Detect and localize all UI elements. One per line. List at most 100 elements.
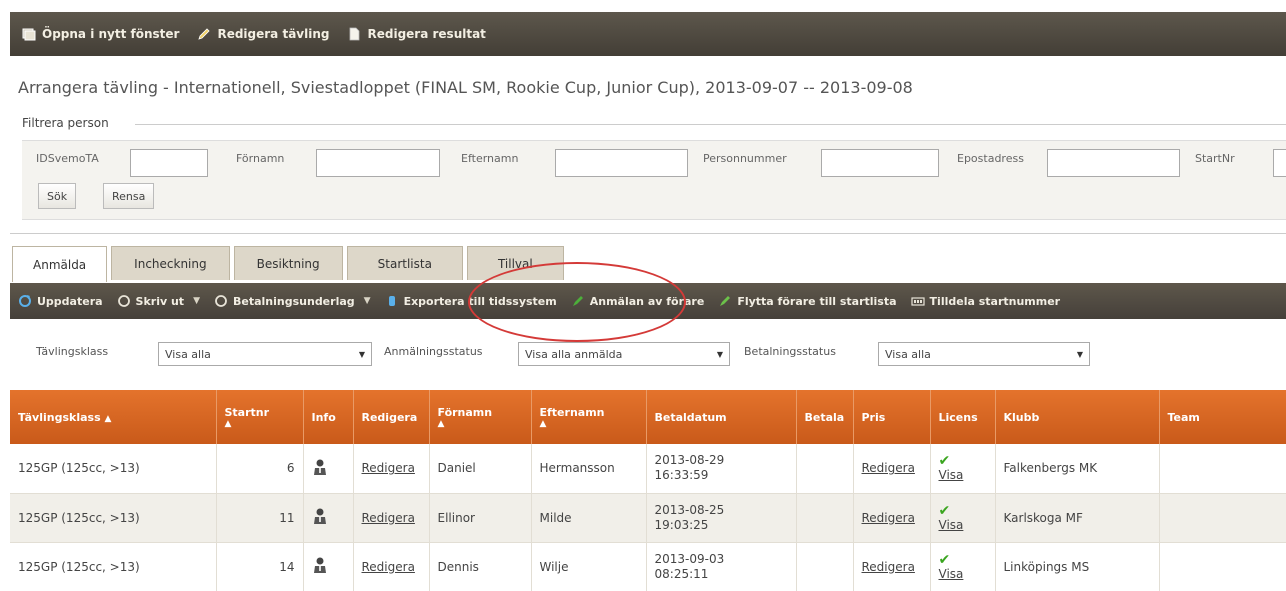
cell-startnr: 14	[216, 542, 304, 591]
refresh-button[interactable]: Uppdatera	[18, 294, 103, 308]
col-betaldatum[interactable]: Betaldatum	[646, 390, 797, 444]
person-icon[interactable]	[312, 508, 328, 528]
col-tavlingsklass-label: Tävlingsklass	[18, 410, 101, 424]
export-icon	[385, 294, 399, 308]
table-row: 125GP (125cc, >13) 14 Redigera Dennis Wi…	[10, 542, 1286, 591]
driver-registration-button[interactable]: Anmälan av förare	[571, 294, 704, 308]
move-icon	[718, 294, 732, 308]
tab-besiktning[interactable]: Besiktning	[233, 246, 343, 280]
cell-klass: 125GP (125cc, >13)	[10, 542, 217, 591]
pay-date: 2013-09-03	[654, 551, 725, 566]
cell-efternamn: Hermansson	[531, 444, 647, 494]
license-view-link[interactable]: Visa	[939, 567, 964, 581]
pay-date: 2013-08-25	[654, 502, 725, 517]
cell-efternamn: Milde	[531, 493, 647, 543]
chevron-down-icon: ▼	[358, 349, 365, 359]
table-header-row: Tävlingsklass ▲ Startnr ▲ Info Redigera F…	[10, 390, 1286, 444]
idsvemota-input[interactable]	[130, 149, 208, 177]
col-pris: Pris	[853, 390, 931, 444]
edit-competition-button[interactable]: Redigera tävling	[197, 27, 329, 41]
move-to-startlist-label: Flytta förare till startlista	[737, 294, 897, 308]
payment-status-label: Betalningsstatus	[744, 345, 836, 358]
print-button[interactable]: Skriv ut ▼	[117, 294, 200, 308]
move-to-startlist-button[interactable]: Flytta förare till startlista	[718, 294, 897, 308]
table-row: 125GP (125cc, >13) 11 Redigera Ellinor M…	[10, 493, 1286, 543]
refresh-label: Uppdatera	[37, 294, 103, 308]
price-edit-link[interactable]: Redigera	[862, 461, 915, 475]
list-toolbar: Uppdatera Skriv ut ▼ Betalningsunderlag …	[10, 283, 1286, 319]
cell-fornamn: Dennis	[429, 542, 532, 591]
registration-status-select[interactable]: Visa alla anmälda ▼	[518, 342, 730, 366]
edit-results-label: Redigera resultat	[367, 27, 486, 41]
cell-startnr: 11	[216, 493, 304, 543]
payment-basis-button[interactable]: Betalningsunderlag ▼	[214, 294, 371, 308]
cell-betala	[796, 542, 854, 591]
print-label: Skriv ut	[135, 294, 185, 308]
cell-licens: ✔ Visa	[930, 542, 996, 591]
fornamn-input[interactable]	[316, 149, 440, 177]
edit-link[interactable]: Redigera	[362, 461, 415, 475]
epostadress-input[interactable]	[1047, 149, 1180, 177]
efternamn-label: Efternamn	[461, 152, 519, 165]
tab-startlista[interactable]: Startlista	[346, 246, 463, 280]
license-view-link[interactable]: Visa	[939, 468, 964, 482]
col-startnr[interactable]: Startnr ▲	[216, 390, 304, 444]
cell-team	[1159, 444, 1286, 494]
open-new-window-button[interactable]: Öppna i nytt fönster	[22, 27, 179, 41]
tab-tillval[interactable]: Tillval	[466, 246, 564, 280]
cell-betala	[796, 444, 854, 494]
tab-bar: Anmälda Incheckning Besiktning Startlist…	[12, 246, 564, 282]
section-divider	[10, 233, 1286, 234]
pencil-icon	[197, 27, 211, 41]
person-icon[interactable]	[312, 459, 328, 479]
person-icon[interactable]	[312, 557, 328, 577]
registration-status-label: Anmälningsstatus	[384, 345, 483, 358]
cell-team	[1159, 542, 1286, 591]
search-button[interactable]: Sök	[38, 183, 77, 209]
competition-class-select[interactable]: Visa alla ▼	[158, 342, 372, 366]
chevron-down-icon: ▼	[716, 349, 723, 359]
col-efternamn[interactable]: Efternamn ▲	[531, 390, 647, 444]
pay-time: 08:25:11	[654, 566, 709, 581]
export-timing-button[interactable]: Exportera till tidssystem	[385, 294, 557, 308]
edit-link[interactable]: Redigera	[362, 511, 415, 525]
payment-dropdown-icon[interactable]: ▼	[364, 296, 371, 306]
chevron-down-icon: ▼	[1076, 349, 1083, 359]
startnr-input[interactable]	[1273, 149, 1286, 177]
payment-status-select[interactable]: Visa alla ▼	[878, 342, 1090, 366]
sort-asc-icon: ▲	[224, 418, 232, 429]
window-icon	[22, 27, 36, 41]
col-tavlingsklass[interactable]: Tävlingsklass ▲	[10, 390, 217, 444]
license-view-link[interactable]: Visa	[939, 518, 964, 532]
cell-betaldatum: 2013-08-25 19:03:25	[646, 493, 797, 543]
tab-incheckning[interactable]: Incheckning	[111, 246, 230, 280]
page-title: Arrangera tävling - Internationell, Svie…	[18, 78, 913, 97]
col-fornamn[interactable]: Förnamn ▲	[429, 390, 532, 444]
print-icon	[117, 294, 131, 308]
filter-legend: Filtrera person	[22, 116, 115, 130]
personnummer-input[interactable]	[821, 149, 939, 177]
print-dropdown-icon[interactable]: ▼	[193, 296, 200, 306]
efternamn-input[interactable]	[555, 149, 688, 177]
epostadress-label: Epostadress	[957, 152, 1024, 165]
price-edit-link[interactable]: Redigera	[862, 511, 915, 525]
col-team[interactable]: Team	[1159, 390, 1286, 444]
cell-klubb: Karlskoga MF	[995, 493, 1160, 543]
col-info: Info	[303, 390, 354, 444]
tab-anmalda[interactable]: Anmälda	[12, 246, 108, 282]
open-new-window-label: Öppna i nytt fönster	[42, 27, 180, 41]
assign-start-number-button[interactable]: Tilldela startnummer	[910, 294, 1060, 308]
col-klubb[interactable]: Klubb	[995, 390, 1160, 444]
pay-time: 16:33:59	[654, 468, 709, 483]
col-efternamn-label: Efternamn	[539, 405, 605, 419]
price-edit-link[interactable]: Redigera	[862, 560, 915, 574]
cell-klass: 125GP (125cc, >13)	[10, 444, 217, 494]
edit-results-button[interactable]: Redigera resultat	[347, 27, 486, 41]
reset-button[interactable]: Rensa	[103, 183, 155, 209]
pen-green-icon	[571, 294, 585, 308]
check-icon: ✔	[938, 551, 951, 568]
refresh-icon	[18, 294, 32, 308]
sort-asc-icon: ▲	[437, 418, 445, 429]
edit-link[interactable]: Redigera	[362, 560, 415, 574]
pay-date: 2013-08-29	[654, 453, 725, 468]
